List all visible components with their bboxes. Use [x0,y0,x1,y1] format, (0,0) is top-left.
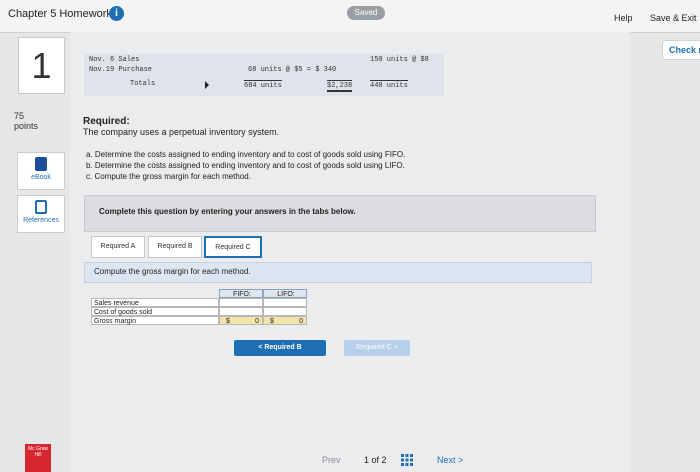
points-indicator: 75 points [14,111,38,131]
references-button[interactable]: References [17,195,65,233]
row-label-sales-revenue: Sales revenue [91,298,219,307]
column-header-lifo: LIFO: [263,289,307,298]
tab-prompt-text: Compute the gross margin for each method… [94,267,251,276]
previous-required-button[interactable]: < Required B [234,340,326,356]
required-description: The company uses a perpetual inventory s… [83,127,280,137]
gross-margin-lifo-value: $ 0 [263,316,307,325]
snippet-row1-right: 150 units @ $8 [370,56,429,64]
saved-status-badge: Saved [347,6,385,20]
next-button[interactable]: Next > [437,455,463,465]
prev-button[interactable]: Prev [322,455,341,465]
document-icon [35,200,47,214]
snippet-row1-label: Nov. 6 Sales [89,56,140,64]
info-icon[interactable]: i [109,6,124,21]
required-heading: Required: [83,116,130,127]
required-item-c: c. Compute the gross margin for each met… [86,172,251,181]
gross-margin-lifo-number: 0 [299,318,303,325]
snippet-row3-label: Totals [130,80,156,88]
tab-required-a[interactable]: Required A [91,236,145,258]
ebook-label: eBook [31,174,51,181]
cogs-lifo-input[interactable] [263,307,307,316]
tab-required-c[interactable]: Required C [204,236,262,258]
points-value: 75 [14,111,25,121]
sales-revenue-fifo-input[interactable] [219,298,263,307]
required-item-b: b. Determine the costs assigned to endin… [86,161,405,170]
gross-margin-fifo-value: $ 0 [219,316,263,325]
required-item-a: a. Determine the costs assigned to endin… [86,150,406,159]
points-label: points [14,121,39,131]
row-label-gross-margin: Gross margin [91,316,219,325]
grid-icon[interactable] [401,454,413,466]
cogs-fifo-input[interactable] [219,307,263,316]
next-required-button[interactable]: Required C > [344,340,410,356]
inventory-snippet: Nov. 6 Sales 150 units @ $8 Nov.19 Purch… [84,54,444,96]
instructions-text: Complete this question by entering your … [99,207,356,216]
references-label: References [23,217,59,224]
snippet-row3-amount: $2,238 [327,80,353,92]
snippet-row3-right: 440 units [370,80,408,90]
cursor-icon [205,81,209,89]
gross-margin-fifo-number: 0 [255,318,259,325]
book-icon [35,157,47,171]
question-number: 1 [18,37,65,94]
page-indicator: 1 of 2 [364,455,387,465]
tab-required-b[interactable]: Required B [148,236,202,258]
column-header-fifo: FIFO: [219,289,263,298]
mcgraw-hill-logo: Mc Graw Hill [25,444,51,472]
snippet-row2-units: 68 units @ $5 = $ 340 [248,66,337,74]
currency-symbol: $ [226,318,230,325]
sales-revenue-lifo-input[interactable] [263,298,307,307]
check-my-work-button[interactable]: Check m [662,40,700,60]
assignment-title: Chapter 5 Homework [8,8,112,20]
ebook-button[interactable]: eBook [17,152,65,190]
snippet-row3-units: 684 units [244,80,282,90]
help-link[interactable]: Help [614,13,633,23]
save-exit-link[interactable]: Save & Exit [650,13,697,23]
currency-symbol: $ [270,318,274,325]
row-label-cost-of-goods-sold: Cost of goods sold [91,307,219,316]
snippet-row2-label: Nov.19 Purchase [89,66,153,74]
